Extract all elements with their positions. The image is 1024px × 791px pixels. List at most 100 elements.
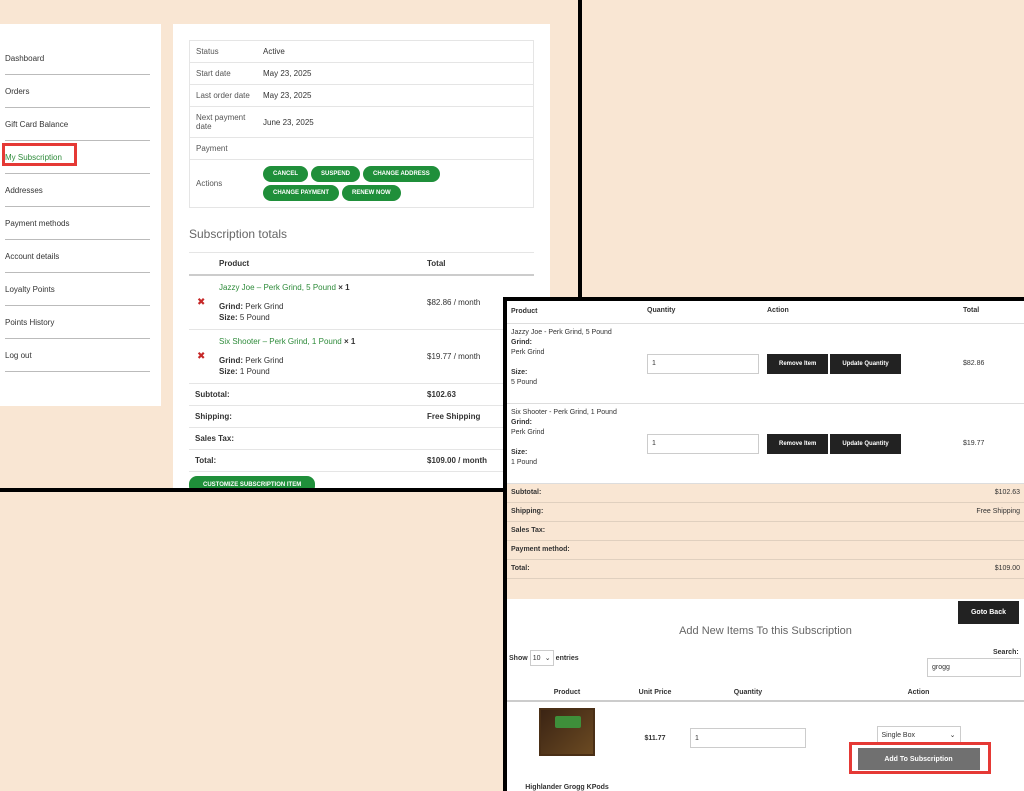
detail-row-last-order-date: Last order date May 23, 2025 xyxy=(190,85,533,107)
entries-select[interactable]: 10 ⌄ xyxy=(529,650,554,666)
shipping-value: Free Shipping xyxy=(976,508,1020,515)
highlight-box-add-to-subscription xyxy=(849,742,991,774)
chevron-down-icon: ⌄ xyxy=(949,732,956,739)
update-quantity-button[interactable]: Update Quantity xyxy=(830,433,901,454)
subtotal-row: Subtotal: $102.63 xyxy=(507,484,1024,503)
add-items-heading: Add New Items To this Subscription xyxy=(679,625,852,637)
goto-back-button[interactable]: Goto Back xyxy=(958,601,1019,624)
detail-row-start-date: Start date May 23, 2025 xyxy=(190,63,533,85)
product-link[interactable]: Jazzy Joe – Perk Grind, 5 Pound xyxy=(219,283,336,292)
attr-label: Grind: xyxy=(219,356,243,365)
sidebar-item-addresses[interactable]: Addresses xyxy=(5,174,150,207)
search-label: Search: xyxy=(993,649,1019,656)
sales-tax-row: Sales Tax: xyxy=(189,428,534,450)
sidebar-item-dashboard[interactable]: Dashboard xyxy=(5,42,150,75)
attr-label: Size: xyxy=(511,369,528,376)
total-label: Total: xyxy=(195,456,217,465)
detail-label: Payment xyxy=(196,144,228,153)
attr-label: Grind: xyxy=(511,339,532,346)
shipping-label: Shipping: xyxy=(511,508,544,515)
remove-item-icon[interactable]: ✖ xyxy=(189,351,219,362)
product-qty: × 1 xyxy=(338,283,350,292)
remove-item-icon[interactable]: ✖ xyxy=(189,297,219,308)
attr-label: Size: xyxy=(219,367,238,376)
attr-value: 1 Pound xyxy=(239,367,270,376)
renew-now-button[interactable]: RENEW NOW xyxy=(342,185,401,201)
payment-method-row: Payment method: xyxy=(507,541,1024,560)
sidebar-item-points-history[interactable]: Points History xyxy=(5,306,150,339)
subtotal-label: Subtotal: xyxy=(511,489,542,496)
product-link[interactable]: Six Shooter – Perk Grind, 1 Pound xyxy=(219,337,342,346)
attr-value: 1 Pound xyxy=(511,459,538,466)
detail-label: Next payment date xyxy=(196,113,246,131)
edit-items-table: Product Quantity Action Total Jazzy Joe … xyxy=(507,301,1024,599)
attr-label: Size: xyxy=(511,449,528,456)
subscription-main: Status Active Start date May 23, 2025 La… xyxy=(173,24,550,488)
suspend-button[interactable]: SUSPEND xyxy=(311,166,361,182)
table-header: Product Total xyxy=(189,252,534,276)
highlight-box-my-subscription xyxy=(2,143,77,166)
quantity-input[interactable]: 1 xyxy=(647,433,759,454)
show-entries-control: Show 10 ⌄ entries xyxy=(509,650,579,666)
edit-subscription-screenshot: Product Quantity Action Total Jazzy Joe … xyxy=(503,297,1024,791)
sales-tax-row: Sales Tax: xyxy=(507,522,1024,541)
line-total: $19.77 xyxy=(963,440,985,447)
attr-label: Grind: xyxy=(511,419,532,426)
product-image xyxy=(539,708,595,756)
attr-label: Grind: xyxy=(219,302,243,311)
attr-value: Perk Grind xyxy=(245,356,284,365)
line-total: $82.86 xyxy=(963,360,985,367)
attr-value: 5 Pound xyxy=(511,379,538,386)
column-header-total: Total xyxy=(963,307,980,314)
cancel-button[interactable]: CANCEL xyxy=(263,166,308,182)
entries-label: entries xyxy=(555,654,579,662)
column-header-product: Product xyxy=(511,308,538,315)
subtotal-value: $102.63 xyxy=(994,489,1020,496)
add-items-table: Product Unit Price Quantity Action Highl… xyxy=(507,685,1024,791)
column-header-total: Total xyxy=(427,259,446,268)
column-header-product: Product xyxy=(219,259,250,268)
attr-label: Size: xyxy=(219,313,238,322)
unit-price: $11.77 xyxy=(644,734,666,742)
table-row: ✖ Jazzy Joe – Perk Grind, 5 Pound × 1 Gr… xyxy=(189,276,534,330)
detail-value-empty xyxy=(257,138,533,159)
detail-label: Start date xyxy=(196,69,231,78)
customize-subscription-item-button[interactable]: CUSTOMIZE SUBSCRIPTION ITEM xyxy=(189,476,316,488)
attr-value: 5 Pound xyxy=(239,313,270,322)
column-header-unit-price: Unit Price xyxy=(638,689,672,696)
subtotal-label: Subtotal: xyxy=(195,390,230,399)
update-quantity-button[interactable]: Update Quantity xyxy=(830,353,901,374)
subtotal-value: $102.63 xyxy=(427,390,456,399)
detail-value: May 23, 2025 xyxy=(263,91,312,100)
sidebar-item-log-out[interactable]: Log out xyxy=(5,339,150,372)
sidebar-item-payment-methods[interactable]: Payment methods xyxy=(5,207,150,240)
detail-row-status: Status Active xyxy=(190,41,533,63)
change-address-button[interactable]: CHANGE ADDRESS xyxy=(363,166,440,182)
chevron-down-icon: ⌄ xyxy=(544,655,551,662)
package-select-value: Single Box xyxy=(881,731,915,739)
sidebar-item-orders[interactable]: Orders xyxy=(5,75,150,108)
shipping-label: Shipping: xyxy=(195,412,232,421)
product-name: Six Shooter - Perk Grind, 1 Pound xyxy=(511,409,617,416)
table-row: Six Shooter - Perk Grind, 1 Pound Grind:… xyxy=(507,404,1024,484)
remove-item-button[interactable]: Remove Item xyxy=(767,353,829,374)
remove-item-button[interactable]: Remove Item xyxy=(767,433,829,454)
sidebar-item-account-details[interactable]: Account details xyxy=(5,240,150,273)
subscription-totals-table: Product Total ✖ Jazzy Joe – Perk Grind, … xyxy=(189,252,534,472)
sidebar-item-loyalty-points[interactable]: Loyalty Points xyxy=(5,273,150,306)
shipping-row: Shipping: Free Shipping xyxy=(507,503,1024,522)
search-input[interactable]: grogg xyxy=(927,658,1021,677)
quantity-input[interactable]: 1 xyxy=(647,353,759,374)
subscription-totals-heading: Subscription totals xyxy=(189,227,288,241)
total-value: $109.00 / month xyxy=(427,456,488,465)
detail-row-next-payment-date: Next payment date June 23, 2025 xyxy=(190,107,533,138)
detail-value: May 23, 2025 xyxy=(263,69,312,78)
sales-tax-label: Sales Tax: xyxy=(511,527,546,534)
sidebar-item-gift-card-balance[interactable]: Gift Card Balance xyxy=(5,108,150,141)
shipping-value: Free Shipping xyxy=(427,412,481,421)
payment-method-label: Payment method: xyxy=(511,546,570,553)
total-row: Total: $109.00 / month xyxy=(189,450,534,472)
quantity-input[interactable]: 1 xyxy=(690,728,806,748)
change-payment-button[interactable]: CHANGE PAYMENT xyxy=(263,185,340,201)
product-name: Jazzy Joe - Perk Grind, 5 Pound xyxy=(511,329,612,336)
